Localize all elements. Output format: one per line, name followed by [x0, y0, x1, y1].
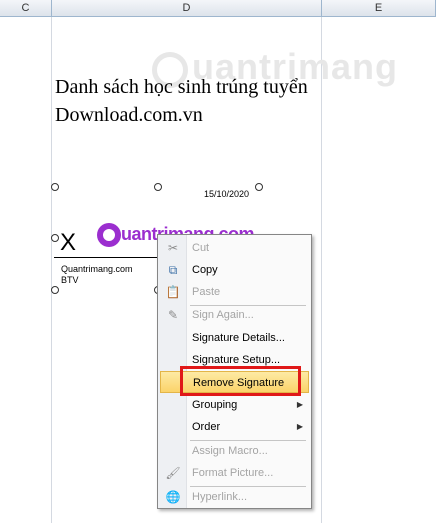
- column-header-bar: C D E: [0, 0, 436, 17]
- menu-item-hyperlink[interactable]: 🌐 Hyperlink...: [160, 486, 309, 508]
- menu-item-paste[interactable]: 📋 Paste: [160, 281, 309, 303]
- menu-item-label: Paste: [192, 286, 221, 298]
- quantrimang-logo-icon: [97, 223, 121, 247]
- hyperlink-icon: 🌐: [165, 490, 181, 504]
- gridline: [51, 17, 52, 523]
- gridline: [321, 17, 322, 523]
- paste-icon: 📋: [165, 285, 181, 299]
- copy-icon: ⧉: [168, 263, 178, 277]
- format-picture-icon: 🖌: [165, 466, 181, 480]
- resize-handle[interactable]: [255, 183, 263, 191]
- menu-item-cut[interactable]: ✂ Cut: [160, 237, 309, 259]
- resize-handle[interactable]: [51, 286, 59, 294]
- resize-handle[interactable]: [51, 234, 59, 242]
- title-line-1[interactable]: Danh sách học sinh trúng tuyển: [55, 76, 308, 99]
- signature-mark: X: [60, 229, 77, 256]
- signer-name: Quantrimang.com: [61, 264, 133, 274]
- menu-item-label: Format Picture...: [192, 467, 274, 479]
- menu-item-format-picture[interactable]: 🖌 Format Picture...: [160, 462, 309, 484]
- sign-icon: ✎: [167, 308, 179, 322]
- menu-item-label: Cut: [192, 242, 210, 254]
- signature-date: 15/10/2020: [204, 189, 250, 199]
- submenu-arrow-icon: ▶: [296, 400, 303, 409]
- column-header-e[interactable]: E: [322, 0, 436, 16]
- scissors-icon: ✂: [167, 241, 179, 255]
- menu-item-order[interactable]: Order ▶: [160, 416, 309, 438]
- menu-item-label: Copy: [192, 264, 218, 276]
- resize-handle[interactable]: [154, 183, 162, 191]
- menu-item-assign-macro[interactable]: Assign Macro...: [160, 440, 309, 462]
- title-line-2[interactable]: Download.com.vn: [55, 104, 203, 127]
- signer-title: BTV: [61, 275, 79, 285]
- column-header-c[interactable]: C: [0, 0, 52, 16]
- menu-item-label: Order: [192, 421, 221, 433]
- menu-item-copy[interactable]: ⧉ Copy: [160, 259, 309, 281]
- menu-item-label: Assign Macro...: [192, 445, 268, 457]
- resize-handle[interactable]: [51, 183, 59, 191]
- column-header-d[interactable]: D: [52, 0, 322, 16]
- menu-item-label: Sign Again...: [192, 309, 254, 321]
- menu-item-signature-details[interactable]: Signature Details...: [160, 327, 309, 349]
- menu-item-label: Grouping: [192, 399, 238, 411]
- submenu-arrow-icon: ▶: [296, 422, 303, 431]
- menu-item-sign-again[interactable]: ✎ Sign Again...: [160, 304, 309, 326]
- menu-item-label: Hyperlink...: [192, 491, 248, 503]
- signature-line: [54, 257, 159, 258]
- menu-item-label: Signature Details...: [192, 332, 285, 344]
- highlight-annotation-box: [180, 366, 301, 396]
- menu-item-grouping[interactable]: Grouping ▶: [160, 394, 309, 416]
